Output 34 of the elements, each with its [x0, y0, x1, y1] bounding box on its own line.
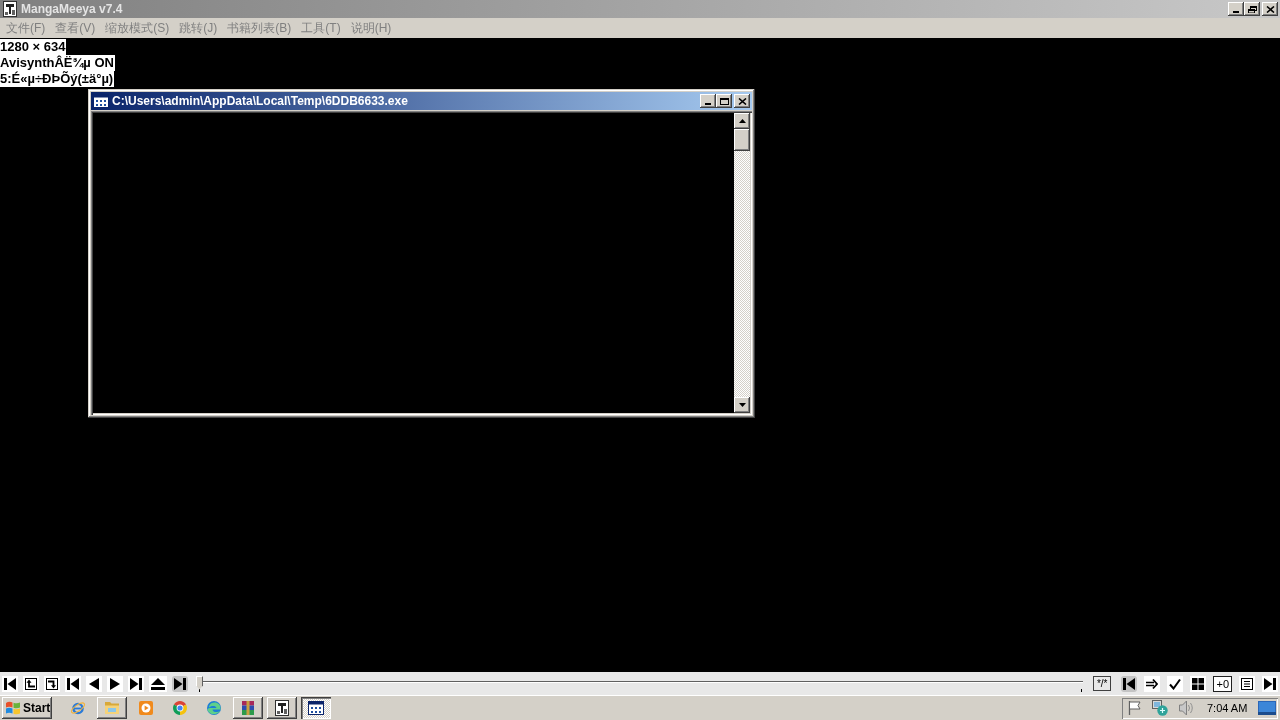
up-arrow-icon[interactable] [738, 119, 746, 123]
down-arrow-icon[interactable] [738, 403, 746, 407]
manga-page-icon[interactable] [274, 700, 290, 716]
info-text: 1280 × 634 [0, 39, 67, 55]
seek-bar[interactable] [196, 675, 1083, 692]
network-icon[interactable] [1152, 700, 1168, 716]
start-button[interactable]: Start [2, 697, 52, 719]
segmented-circle-icon[interactable] [172, 700, 188, 716]
console-window-icon [93, 93, 109, 109]
speaker-icon[interactable] [1179, 700, 1194, 716]
screen-icon[interactable] [1258, 701, 1277, 715]
manga-page-icon [2, 1, 18, 17]
taskbar-button[interactable] [267, 697, 297, 719]
window-title: MangaMeeya v7.4 [21, 2, 123, 16]
console-window-icon[interactable] [308, 700, 324, 716]
info-text: AvisynthÂË¾µ ON [0, 55, 115, 71]
scroll-down-button[interactable] [734, 397, 750, 413]
e-orbit-icon[interactable] [70, 700, 86, 716]
flag-icon[interactable] [1128, 701, 1141, 715]
scrollbar-track[interactable] [734, 113, 750, 413]
books-stack-icon[interactable] [240, 700, 256, 716]
taskbar-button[interactable] [301, 697, 331, 719]
quick-launch-button[interactable] [97, 697, 127, 719]
scrollbar-thumb[interactable] [734, 129, 750, 151]
clock-text: 7:04 AM [1207, 701, 1248, 715]
toolbar-button[interactable]: +0 [1213, 675, 1232, 692]
page-counter: */* [1092, 676, 1112, 691]
window-title: C:\Users\admin\AppData\Local\Temp\6DDB6633.exe [112, 94, 408, 108]
play-tile-icon[interactable] [138, 700, 154, 716]
info-text: 5:É«µ÷ÐÞÕý(±ä°µ) [0, 71, 115, 87]
seek-thumb[interactable] [196, 675, 203, 690]
taskbar-button[interactable] [233, 697, 263, 719]
scroll-up-button[interactable] [734, 113, 750, 129]
wave-circle-icon[interactable] [206, 700, 222, 716]
